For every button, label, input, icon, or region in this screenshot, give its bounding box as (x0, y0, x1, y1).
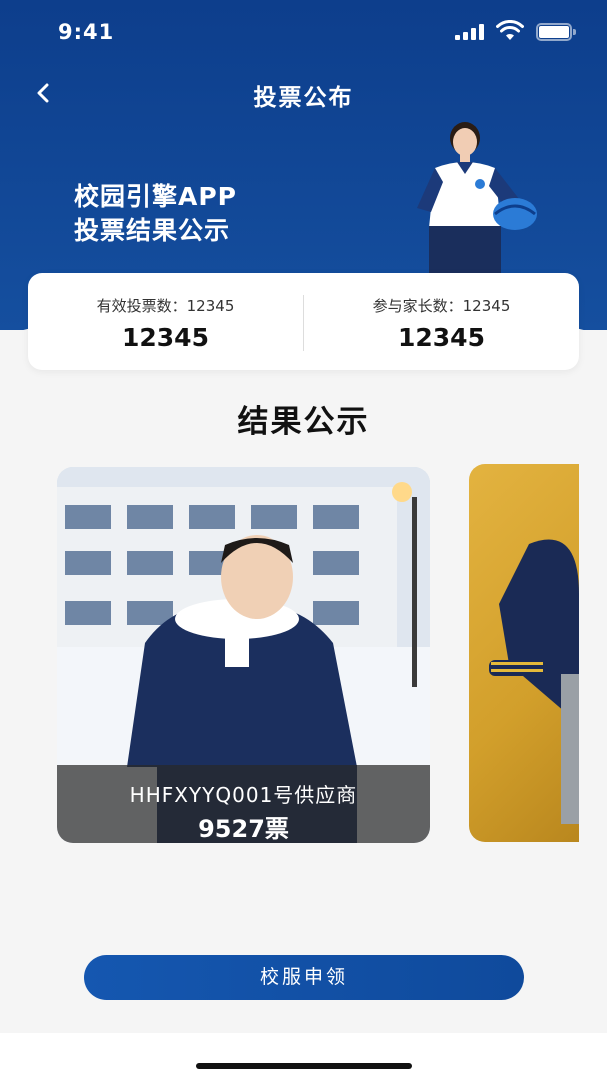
vote-count: 9527票 (198, 815, 289, 843)
wifi-icon (496, 20, 524, 40)
footer-bar (0, 1033, 607, 1080)
battery-icon (536, 23, 576, 41)
card-caption: HHFXYYQ001号供应商 9527票 (57, 765, 430, 843)
result-card[interactable]: HHFXYYQ001号供应商 9527票 (57, 467, 430, 843)
valid-votes-label: 有效投票数：12345 (96, 297, 235, 315)
uniform-apply-button[interactable]: 校服申领 (84, 955, 524, 1000)
cellular-signal-icon (455, 24, 485, 40)
hero-heading: 校园引擎APP 投票结果公示 (74, 180, 237, 248)
uniform-photo-next (489, 539, 579, 824)
student-illustration (417, 122, 537, 278)
section-title: 结果公示 (237, 404, 370, 440)
hero-heading-line1: 校园引擎APP (74, 182, 237, 211)
hero-heading-line2: 投票结果公示 (74, 216, 231, 245)
status-bar: 9:41 (0, 0, 607, 64)
parents-value: 12345 (398, 323, 485, 352)
supplier-name: HHFXYYQ001号供应商 (129, 783, 358, 807)
result-card-next[interactable] (469, 464, 579, 842)
status-time: 9:41 (58, 20, 115, 44)
stats-card: 有效投票数：12345 12345 参与家长数：12345 12345 (28, 273, 579, 370)
page-title: 投票公布 (253, 85, 354, 111)
parents-label: 参与家长数：12345 (372, 297, 511, 315)
valid-votes-stat: 有效投票数：12345 12345 (28, 273, 303, 370)
valid-votes-value: 12345 (122, 323, 209, 352)
parents-stat: 参与家长数：12345 12345 (304, 273, 579, 370)
home-indicator[interactable] (196, 1063, 412, 1069)
